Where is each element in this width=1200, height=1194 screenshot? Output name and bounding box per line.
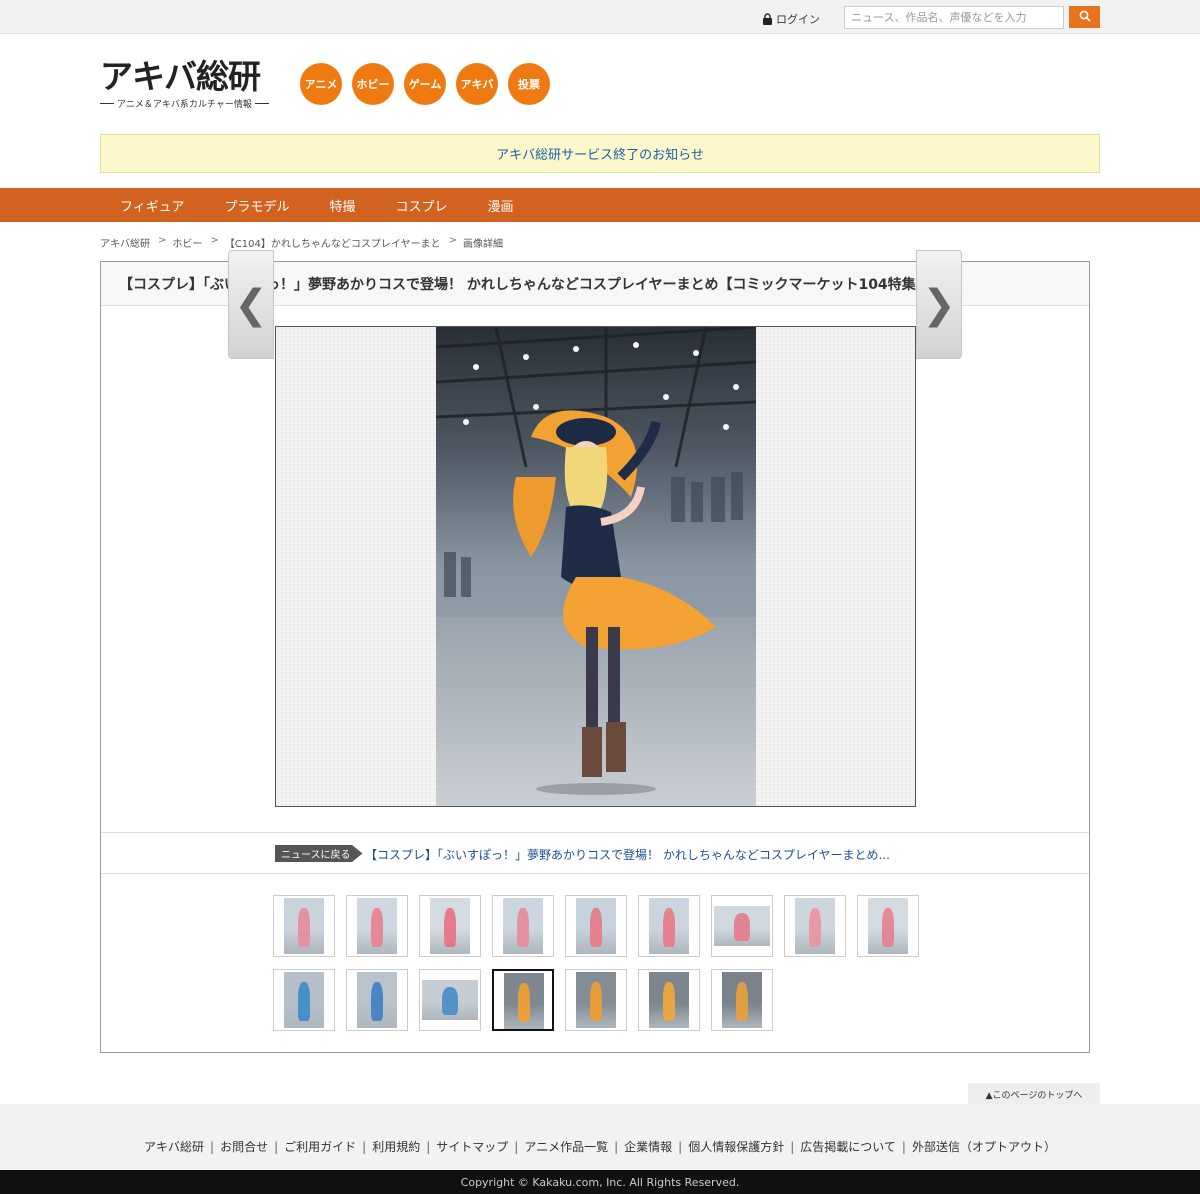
search-input[interactable]: [844, 6, 1064, 29]
category-akiba[interactable]: アキバ: [456, 63, 498, 105]
prev-image-button[interactable]: ❮: [228, 250, 274, 359]
thumbnail[interactable]: [711, 895, 773, 957]
thumbnail[interactable]: [273, 895, 335, 957]
thumbnail[interactable]: [565, 969, 627, 1031]
back-to-news-row: ニュースに戻る 【コスプレ】「ぶいすぽっ！」夢野あかりコスで登場！ かれしちゃん…: [101, 832, 1089, 874]
thumbnail-image: [795, 898, 835, 954]
main-nav: フィギュア プラモデル 特撮 コスプレ 漫画: [0, 188, 1200, 222]
breadcrumb-current: 画像詳細: [462, 239, 503, 250]
thumbnail[interactable]: [711, 969, 773, 1031]
category-hobby[interactable]: ホビー: [352, 63, 394, 105]
thumbnail-image: [284, 898, 324, 954]
copyright: Copyright © Kakaku.com, Inc. All Rights …: [0, 1170, 1200, 1194]
image-viewer: [275, 326, 916, 807]
nav-item-figure[interactable]: フィギュア: [100, 196, 204, 215]
thumbnail[interactable]: [784, 895, 846, 957]
service-notice-link[interactable]: アキバ総研サービス終了のお知らせ: [496, 144, 704, 163]
thumbnail[interactable]: [638, 895, 700, 957]
logo-main-text: アキバ総研: [100, 57, 261, 96]
thumbnail-image: [868, 898, 908, 954]
main-photo[interactable]: [436, 327, 756, 806]
top-utility-bar: ログイン: [0, 0, 1200, 34]
chevron-left-icon: ❮: [234, 281, 268, 328]
breadcrumb-article[interactable]: 【C104】かれしちゃんなどコスプレイヤーまと: [225, 235, 441, 250]
back-to-news-label[interactable]: ニュースに戻る: [275, 845, 363, 862]
breadcrumb-home[interactable]: アキバ総研: [100, 235, 150, 250]
footer-divider: |: [901, 1140, 906, 1154]
thumbnail[interactable]: [273, 969, 335, 1031]
nav-item-plamodel[interactable]: プラモデル: [204, 196, 309, 215]
footer-link[interactable]: お問合せ: [220, 1140, 268, 1154]
thumbnail-image: [422, 980, 478, 1020]
footer-links: アキバ総研 | お問合せ | ご利用ガイド | 利用規約 | サイトマップ | アニメ作品一覧 | 企業…: [0, 1138, 1200, 1155]
footer-link[interactable]: アニメ作品一覧: [524, 1140, 608, 1154]
nav-item-cosplay[interactable]: コスプレ: [376, 196, 468, 215]
thumbnail[interactable]: [492, 969, 554, 1031]
thumbnail-image: [284, 972, 324, 1028]
footer-link[interactable]: 広告掲載について: [800, 1140, 896, 1154]
thumbnail[interactable]: [492, 895, 554, 957]
thumbnail-image: [649, 972, 689, 1028]
thumbnail[interactable]: [346, 969, 408, 1031]
search-button[interactable]: [1069, 6, 1100, 28]
logo-subtitle: アニメ＆アキバ系カルチャー情報: [100, 97, 280, 110]
footer-divider: |: [514, 1140, 519, 1154]
footer-divider: |: [210, 1140, 215, 1154]
site-logo[interactable]: アキバ総研 アニメ＆アキバ系カルチャー情報: [100, 58, 280, 114]
footer-divider: |: [790, 1140, 795, 1154]
category-vote[interactable]: 投票: [508, 63, 550, 105]
thumbnail-image: [722, 972, 762, 1028]
category-game[interactable]: ゲーム: [404, 63, 446, 105]
service-notice-banner: アキバ総研サービス終了のお知らせ: [100, 134, 1100, 173]
footer: アキバ総研 | お問合せ | ご利用ガイド | 利用規約 | サイトマップ | アニメ作品一覧 | 企業…: [0, 1104, 1200, 1170]
thumbnail-image: [576, 898, 616, 954]
footer-link[interactable]: 個人情報保護方針: [688, 1140, 784, 1154]
thumbnail[interactable]: [565, 895, 627, 957]
thumbnail[interactable]: [346, 895, 408, 957]
footer-divider: |: [362, 1140, 367, 1154]
footer-link[interactable]: 企業情報: [624, 1140, 672, 1154]
footer-link[interactable]: 利用規約: [372, 1140, 420, 1154]
thumbnail-image: [649, 898, 689, 954]
thumbnail[interactable]: [638, 969, 700, 1031]
thumbnail-image: [503, 898, 543, 954]
chevron-right-icon: ❯: [922, 281, 956, 328]
nav-item-manga[interactable]: 漫画: [468, 196, 534, 215]
category-anime[interactable]: アニメ: [300, 63, 342, 105]
thumbnail-image: [430, 898, 470, 954]
breadcrumb: アキバ総研 > ホビー > 【C104】かれしちゃんなどコスプレイヤーまと > …: [100, 235, 503, 250]
page-top-button[interactable]: ▲このページのトップへ: [968, 1083, 1100, 1105]
footer-link[interactable]: アキバ総研: [144, 1140, 204, 1154]
thumbnail-image: [357, 972, 397, 1028]
category-nav: アニメ ホビー ゲーム アキバ 投票: [300, 63, 550, 105]
lock-icon: [762, 13, 773, 25]
search-icon: [1079, 10, 1091, 25]
footer-divider: |: [426, 1140, 431, 1154]
footer-divider: |: [274, 1140, 279, 1154]
footer-divider: |: [678, 1140, 683, 1154]
login-link[interactable]: ログイン: [762, 11, 820, 27]
thumbnail-image: [504, 973, 544, 1029]
thumbnail-image: [576, 972, 616, 1028]
breadcrumb-hobby[interactable]: ホビー: [172, 235, 202, 250]
footer-link[interactable]: ご利用ガイド: [284, 1140, 356, 1154]
nav-item-tokusatsu[interactable]: 特撮: [310, 196, 376, 215]
back-to-news-link[interactable]: 【コスプレ】「ぶいすぽっ！」夢野あかりコスで登場！ かれしちゃんなどコスプレイヤ…: [365, 846, 890, 863]
thumbnail-image: [357, 898, 397, 954]
thumbnail-image: [714, 906, 770, 946]
thumbnail[interactable]: [419, 895, 481, 957]
logo-subtitle-text: アニメ＆アキバ系カルチャー情報: [117, 100, 252, 110]
login-label: ログイン: [776, 13, 820, 26]
footer-link[interactable]: サイトマップ: [436, 1140, 508, 1154]
thumbnail[interactable]: [857, 895, 919, 957]
breadcrumb-separator: >: [210, 235, 219, 246]
next-image-button[interactable]: ❯: [916, 250, 962, 359]
footer-link[interactable]: 外部送信（オプトアウト）: [912, 1140, 1056, 1154]
breadcrumb-separator: >: [158, 235, 167, 246]
breadcrumb-separator: >: [448, 235, 457, 246]
image-detail-panel: 【コスプレ】「ぶいすぽっ！」夢野あかりコスで登場！ かれしちゃんなどコスプレイヤ…: [100, 261, 1090, 1053]
thumbnail[interactable]: [419, 969, 481, 1031]
footer-divider: |: [614, 1140, 619, 1154]
